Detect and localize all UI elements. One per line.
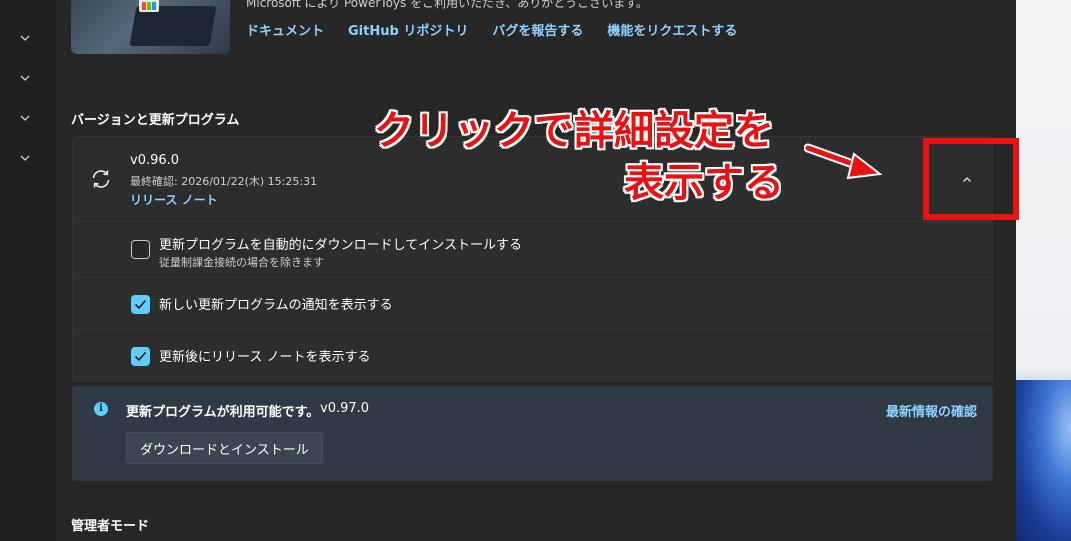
left-navigation: [0, 0, 56, 541]
chevron-down-icon[interactable]: [18, 71, 32, 85]
hero-description: Microsoft により PowerToys をご利用いただき、ありがとうござ…: [246, 0, 649, 10]
annotation-text-line1: クリックで詳細設定を: [374, 108, 774, 154]
desktop-wallpaper: [1016, 0, 1071, 541]
info-icon: i: [94, 402, 108, 416]
download-install-button[interactable]: ダウンロードとインストール: [126, 432, 323, 464]
chevron-down-icon[interactable]: [18, 151, 32, 165]
refresh-icon: [89, 167, 113, 191]
option-description: 従量制課金接続の場合を除きます: [159, 256, 324, 269]
version-section-title: バージョンと更新プログラム: [71, 113, 240, 128]
auto-download-checkbox[interactable]: [131, 240, 150, 259]
annotation-arrow-icon: [804, 143, 883, 180]
new-version: v0.97.0: [320, 401, 370, 416]
update-notification-checkbox[interactable]: [131, 295, 150, 314]
update-available-infobar: i 更新プログラムが利用可能です。 v0.97.0 最新情報の確認 ダウンロード…: [72, 386, 993, 481]
admin-section-title: 管理者モード: [71, 519, 150, 534]
current-version: v0.96.0: [130, 153, 180, 168]
chevron-down-icon[interactable]: [18, 111, 32, 125]
request-feature-link[interactable]: 機能をリクエストする: [607, 20, 737, 39]
release-notes-checkbox[interactable]: [131, 347, 150, 366]
option-label: 更新後にリリース ノートを表示する: [159, 350, 371, 365]
release-notes-link[interactable]: リリース ノート: [130, 191, 218, 208]
checkmark-icon: [134, 351, 147, 362]
hero-window-graphic: [129, 6, 217, 46]
last-checked-time: 最終確認: 2026/01/22(木) 15:25:31: [130, 175, 318, 188]
auto-download-option[interactable]: 更新プログラムを自動的にダウンロードしてインストールする 従量制課金接続の場合を…: [72, 222, 993, 278]
hero-links: ドキュメント GitHub リポジトリ バグを報告する 機能をリクエストする: [246, 20, 737, 39]
release-notes-option[interactable]: 更新後にリリース ノートを表示する: [72, 330, 993, 382]
checkmark-icon: [134, 299, 147, 310]
option-label: 新しい更新プログラムの通知を表示する: [159, 298, 393, 313]
annotation-text-line2: 表示する: [624, 160, 784, 206]
github-repo-link[interactable]: GitHub リポジトリ: [348, 20, 468, 39]
report-bug-link[interactable]: バグを報告する: [492, 20, 583, 39]
update-available-title: 更新プログラムが利用可能です。: [126, 405, 320, 420]
annotation-highlight-box: [923, 138, 1019, 220]
update-notification-option[interactable]: 新しい更新プログラムの通知を表示する: [72, 278, 993, 330]
option-label: 更新プログラムを自動的にダウンロードしてインストールする: [159, 238, 522, 253]
chevron-down-icon[interactable]: [18, 31, 32, 45]
powertoys-logo: [139, 0, 159, 12]
wallpaper-swirl: [1016, 380, 1071, 541]
documentation-link[interactable]: ドキュメント: [246, 20, 324, 39]
whats-new-link[interactable]: 最新情報の確認: [886, 401, 977, 420]
hero-image: [71, 0, 230, 54]
